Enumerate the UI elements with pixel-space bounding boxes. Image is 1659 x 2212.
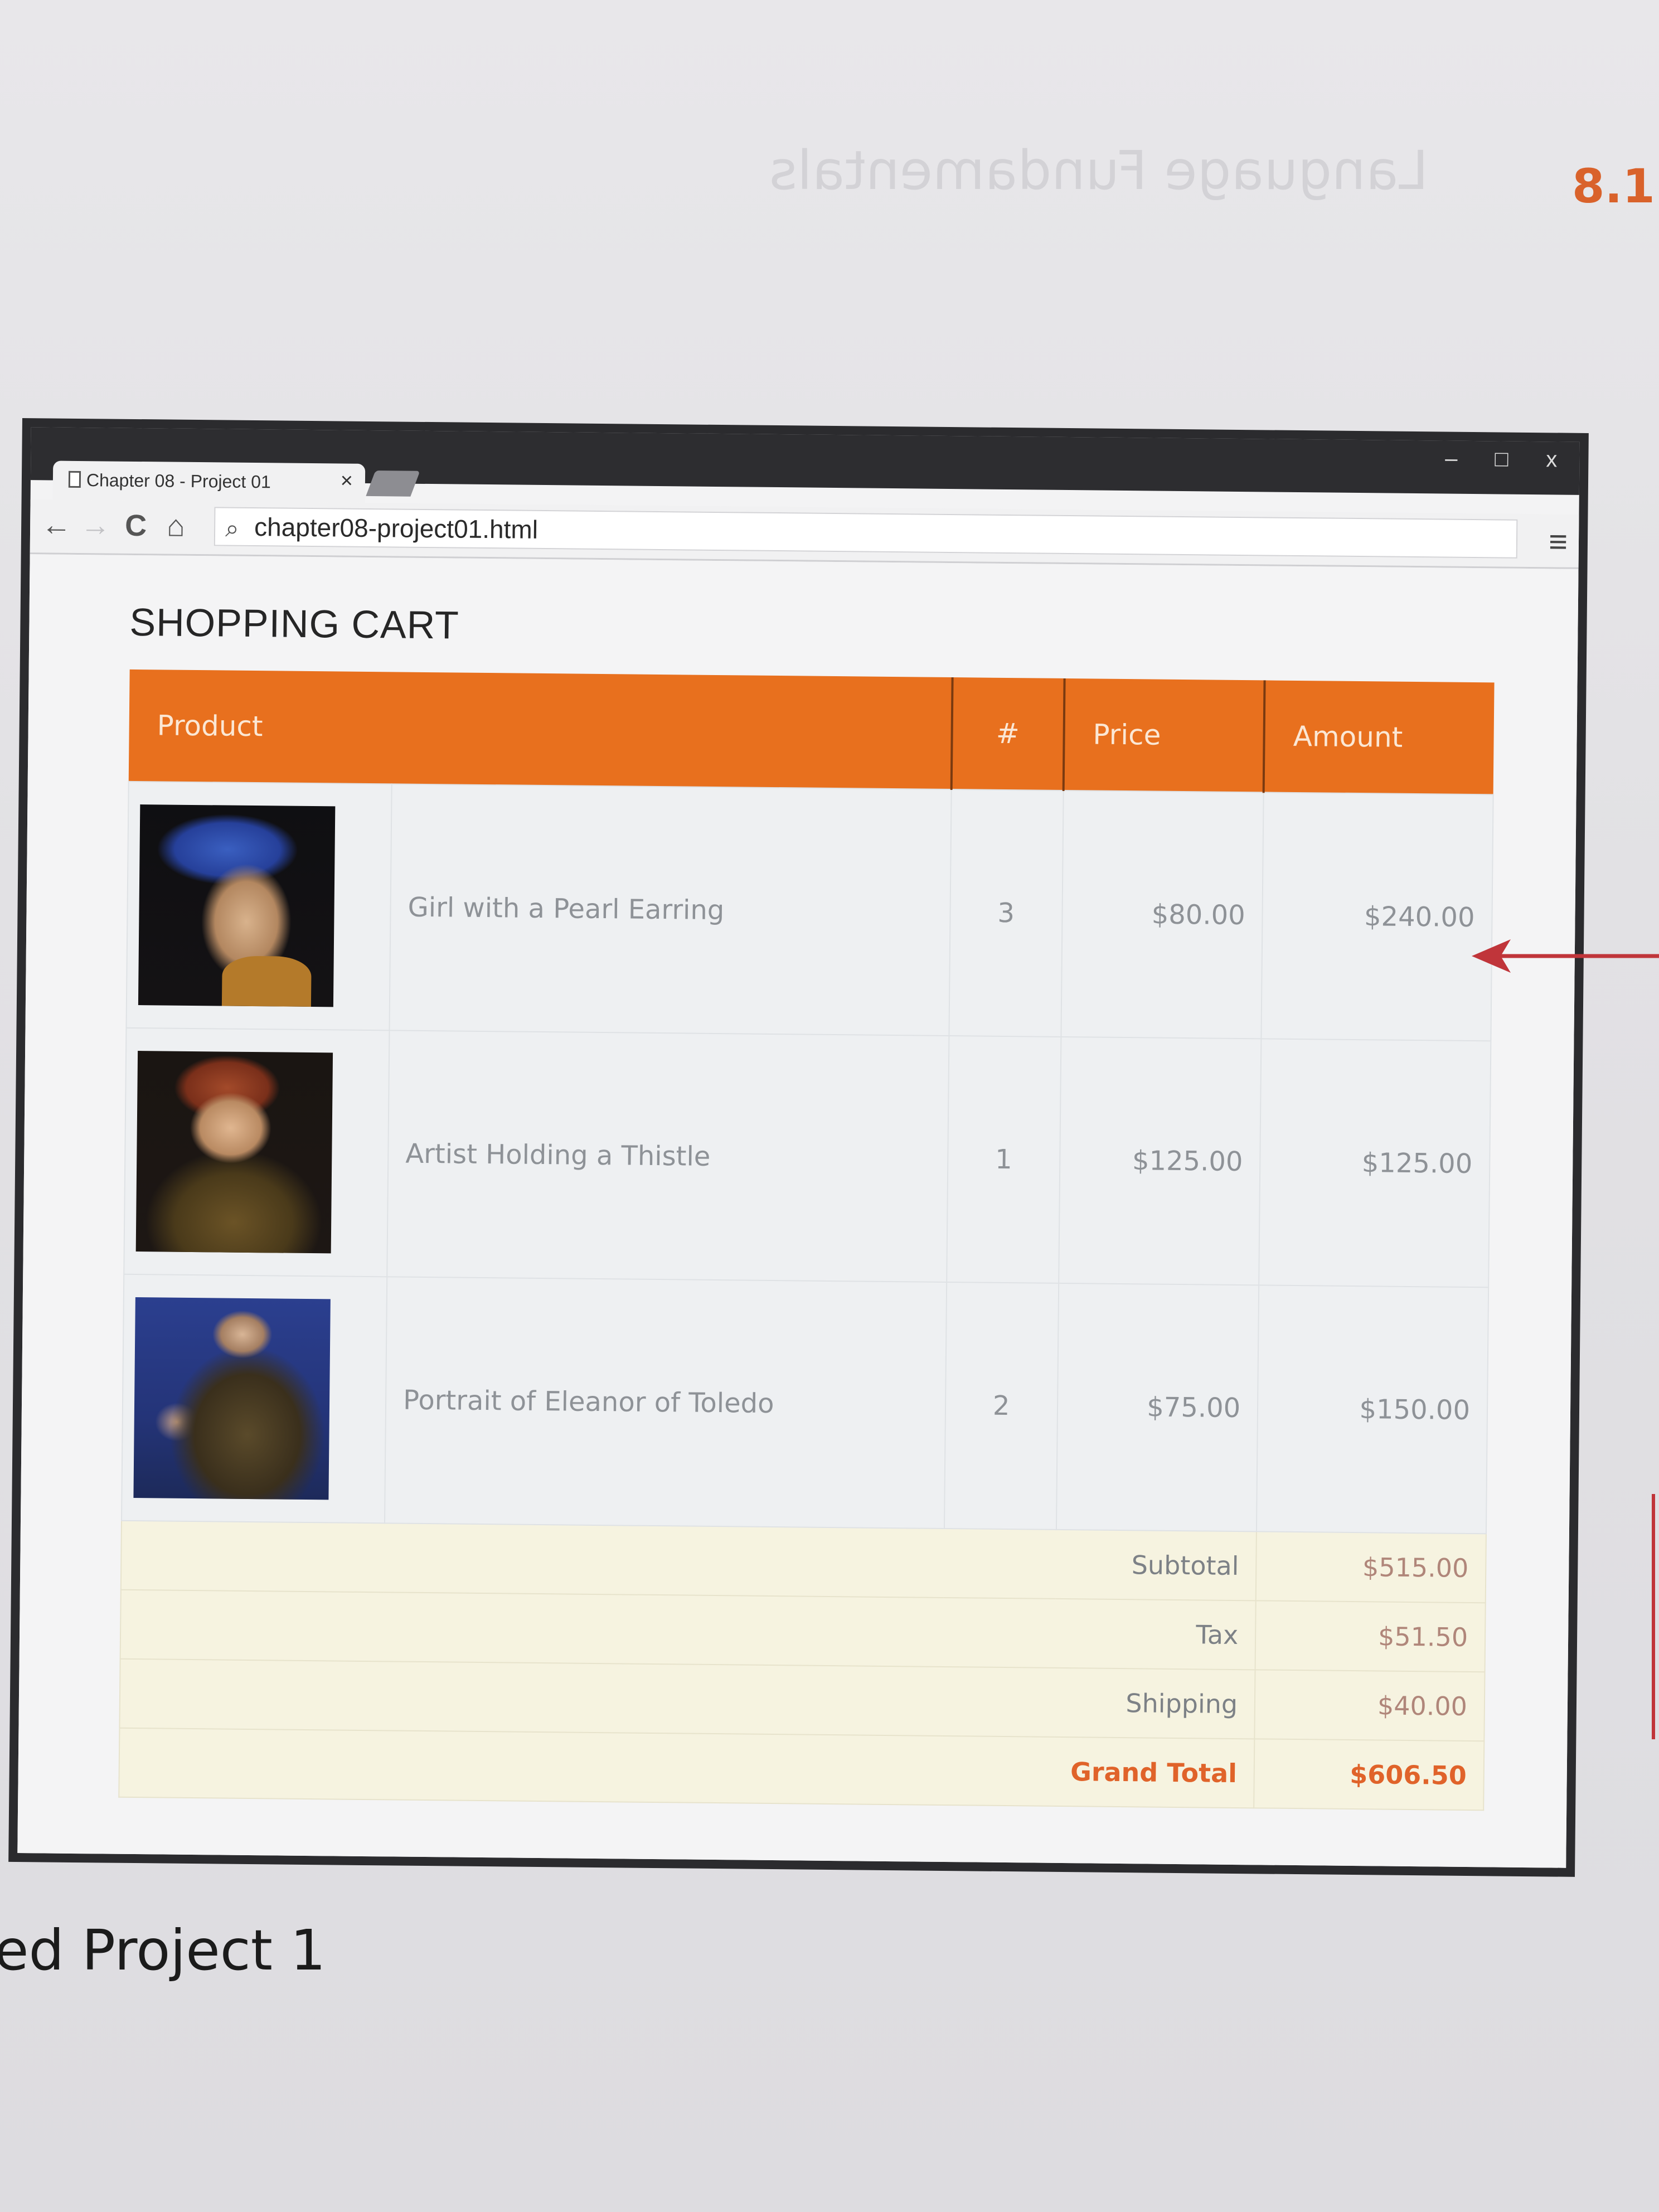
subtotal-value: $515.00 <box>1255 1531 1486 1603</box>
product-image-cell <box>124 1027 390 1277</box>
painting-thumbnail <box>138 804 336 1007</box>
shipping-value: $40.00 <box>1254 1670 1485 1742</box>
product-name: Portrait of Eleanor of Toledo <box>385 1277 947 1529</box>
new-tab-button[interactable] <box>366 470 420 497</box>
search-icon: ⌕ <box>225 515 239 542</box>
quantity: 1 <box>946 1036 1061 1283</box>
amount: $240.00 <box>1261 792 1493 1041</box>
tax-row: Tax $51.50 <box>120 1589 1486 1672</box>
painting-thumbnail <box>133 1297 331 1500</box>
grand-total-row: Grand Total $606.50 <box>119 1728 1485 1811</box>
grand-total-label: Grand Total <box>119 1728 1255 1808</box>
column-header-quantity: # <box>951 677 1065 790</box>
cart-table: Product # Price Amount Girl with a Pearl… <box>118 669 1495 1811</box>
table-row: Girl with a Pearl Earring 3 $80.00 $240.… <box>126 781 1493 1041</box>
grand-total-value: $606.50 <box>1254 1739 1485 1811</box>
column-header-product: Product <box>128 669 953 790</box>
product-name: Girl with a Pearl Earring <box>389 784 952 1036</box>
shipping-row: Shipping $40.00 <box>119 1658 1485 1742</box>
close-window-button[interactable]: x <box>1535 447 1568 473</box>
figure-caption: ed Project 1 <box>0 1918 326 1983</box>
margin-rule <box>1652 1494 1655 1739</box>
maximize-button[interactable]: □ <box>1485 447 1518 472</box>
table-header-row: Product # Price Amount <box>128 669 1495 795</box>
page-content: SHOPPING CART Product # Price Amount Gir… <box>17 554 1579 1868</box>
quantity: 2 <box>944 1282 1059 1530</box>
window-controls: – □ x <box>1434 446 1568 472</box>
price: $80.00 <box>1061 790 1264 1039</box>
home-icon[interactable]: ⌂ <box>167 508 185 543</box>
price: $125.00 <box>1058 1036 1262 1286</box>
url-text: chapter08-project01.html <box>254 512 539 544</box>
amount: $125.00 <box>1259 1039 1491 1288</box>
tab-close-icon[interactable]: × <box>341 469 353 493</box>
product-name: Artist Holding a Thistle <box>387 1030 949 1282</box>
shipping-label: Shipping <box>119 1658 1255 1739</box>
price: $75.00 <box>1056 1283 1259 1532</box>
tax-value: $51.50 <box>1255 1600 1486 1672</box>
amount: $150.00 <box>1257 1285 1489 1534</box>
table-row: Portrait of Eleanor of Toledo 2 $75.00 $… <box>122 1274 1489 1534</box>
back-arrow-icon[interactable]: ← <box>41 507 72 542</box>
forward-arrow-icon[interactable]: → <box>80 508 111 543</box>
subtotal-row: Subtotal $515.00 <box>120 1520 1486 1603</box>
page-title: SHOPPING CART <box>129 600 460 647</box>
callout-arrow-icon <box>1472 939 1659 973</box>
reload-icon[interactable]: C <box>125 508 147 543</box>
photo-page: Language Fundamentals 8.1 – □ x Chapter … <box>0 0 1659 2212</box>
column-header-amount: Amount <box>1263 680 1495 795</box>
browser-window: – □ x Chapter 08 - Project 01 × ← → C ⌂ … <box>8 418 1589 1877</box>
minimize-button[interactable]: – <box>1434 446 1468 472</box>
browser-tab[interactable]: Chapter 08 - Project 01 × <box>52 460 366 503</box>
tab-title: Chapter 08 - Project 01 <box>86 470 271 492</box>
table-row: Artist Holding a Thistle 1 $125.00 $125.… <box>124 1027 1491 1288</box>
painting-thumbnail <box>135 1051 333 1254</box>
menu-icon[interactable]: ≡ <box>1549 523 1568 560</box>
product-image-cell <box>122 1274 387 1524</box>
section-number: 8.1 <box>1572 159 1655 214</box>
subtotal-label: Subtotal <box>120 1520 1257 1601</box>
bleed-through-text: Language Fundamentals <box>769 139 1429 202</box>
tax-label: Tax <box>120 1589 1256 1670</box>
column-header-price: Price <box>1063 678 1265 793</box>
quantity: 3 <box>948 789 1064 1037</box>
page-icon <box>68 470 81 488</box>
address-bar[interactable]: ⌕ chapter08-project01.html <box>214 507 1518 559</box>
product-image-cell <box>126 781 392 1031</box>
